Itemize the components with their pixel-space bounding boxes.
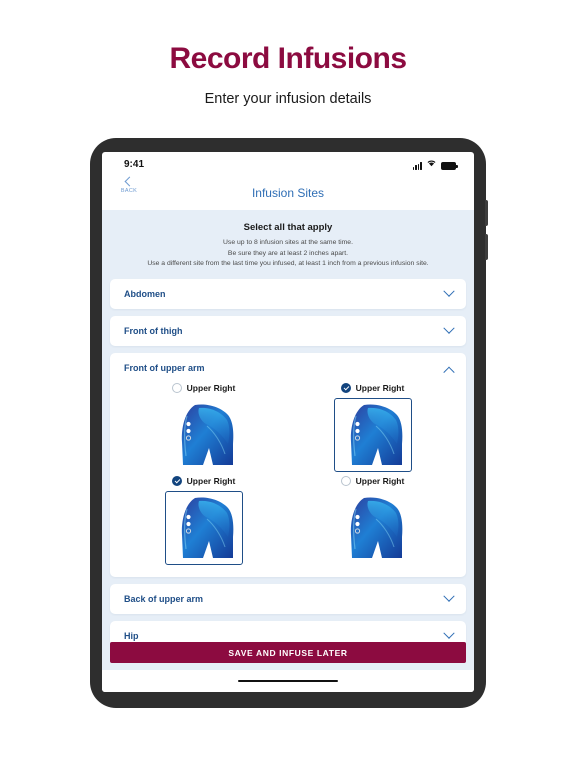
- chevron-down-icon: [443, 285, 455, 297]
- page-subtitle: Enter your infusion details: [204, 91, 372, 107]
- wifi-icon: [426, 159, 437, 170]
- accordion-hip: Hip: [110, 620, 466, 642]
- site-option-label: Upper Right: [355, 382, 405, 393]
- nav-title: Infusion Sites: [251, 186, 325, 200]
- instructions-line-1: Use up to 8 infusion sites at the same t…: [223, 239, 353, 246]
- site-thumbnail[interactable]: [334, 491, 412, 565]
- save-and-infuse-later-button[interactable]: SAVE AND INFUSE LATER: [110, 642, 466, 663]
- radio-unchecked-icon[interactable]: [171, 382, 182, 393]
- volume-up-button[interactable]: [485, 200, 488, 226]
- site-option-label: Upper Right: [355, 475, 405, 486]
- site-option-1: Upper Right: [124, 382, 283, 472]
- site-thumbnail-selected[interactable]: [333, 397, 412, 472]
- accordion-header-hip[interactable]: Hip: [110, 621, 466, 642]
- home-indicator[interactable]: [238, 679, 338, 683]
- site-option-toggle[interactable]: Upper Right: [340, 475, 405, 486]
- upper-arm-illustration-icon: [181, 497, 233, 558]
- instructions-heading: Select all that apply: [243, 222, 333, 233]
- chevron-up-icon: [443, 366, 455, 378]
- site-option-toggle[interactable]: Upper Right: [340, 382, 405, 393]
- accordion-label: Hip: [124, 630, 139, 641]
- site-option-toggle[interactable]: Upper Right: [171, 475, 236, 486]
- home-indicator-area: [102, 670, 474, 692]
- site-thumbnail[interactable]: [165, 398, 243, 472]
- accordion-label: Abdomen: [124, 288, 166, 299]
- instructions-line-2: Be sure they are at least 2 inches apart…: [227, 249, 349, 257]
- accordion-back-of-upper-arm: Back of upper arm: [110, 583, 466, 614]
- status-time: 9:41: [124, 158, 145, 170]
- site-option-label: Upper Right: [186, 475, 236, 486]
- chevron-down-icon: [443, 627, 455, 639]
- tablet-frame: 9:41 BACK Infusion Sites Select all that…: [90, 138, 488, 708]
- site-option-grid: Upper Right Upper Right Upper Right Uppe…: [124, 382, 452, 565]
- accordion-header-front-of-upper-arm[interactable]: Front of upper arm: [110, 353, 466, 383]
- accordion-header-front-of-thigh[interactable]: Front of thigh: [110, 316, 466, 346]
- cellular-signal-icon: [412, 162, 422, 170]
- upper-arm-illustration-icon: [181, 404, 233, 465]
- site-option-toggle[interactable]: Upper Right: [171, 382, 236, 393]
- radio-checked-icon[interactable]: [340, 382, 351, 393]
- accordion-abdomen: Abdomen: [110, 278, 466, 309]
- page-title: Record Infusions: [169, 42, 407, 75]
- radio-unchecked-icon[interactable]: [340, 475, 351, 486]
- instructions-line-3: Use a different site from the last time …: [147, 260, 429, 268]
- status-icons: [412, 159, 458, 170]
- volume-down-button[interactable]: [485, 234, 488, 260]
- upper-arm-illustration-icon: [350, 404, 402, 465]
- accordion-front-of-upper-arm: Front of upper arm Upper Right Upper Rig…: [110, 352, 466, 577]
- content-area: Select all that apply Use up to 8 infusi…: [102, 210, 474, 642]
- battery-icon: [441, 161, 458, 170]
- instructions-block: Select all that apply Use up to 8 infusi…: [110, 218, 466, 279]
- site-option-label: Upper Right: [186, 382, 236, 393]
- chevron-left-icon: [124, 176, 134, 187]
- accordion-label: Back of upper arm: [124, 593, 204, 604]
- status-bar: 9:41: [102, 152, 474, 176]
- accordion-front-of-thigh: Front of thigh: [110, 315, 466, 346]
- site-option-2: Upper Right: [293, 382, 452, 472]
- chevron-down-icon: [443, 590, 455, 602]
- tablet-mockup: 9:41 BACK Infusion Sites Select all that…: [0, 131, 576, 708]
- accordion-body-front-of-upper-arm: Upper Right Upper Right Upper Right Uppe…: [110, 382, 466, 577]
- accordion-label: Front of thigh: [124, 325, 183, 336]
- footer-cta-area: SAVE AND INFUSE LATER: [102, 642, 474, 670]
- site-option-4: Upper Right: [293, 475, 452, 565]
- accordion-header-abdomen[interactable]: Abdomen: [110, 279, 466, 309]
- upper-arm-illustration-icon: [350, 497, 402, 558]
- back-button-label: BACK: [120, 188, 138, 194]
- back-button[interactable]: BACK: [116, 176, 142, 194]
- site-thumbnail-selected[interactable]: [164, 490, 243, 565]
- device-screen: 9:41 BACK Infusion Sites Select all that…: [102, 152, 474, 692]
- chevron-down-icon: [443, 322, 455, 334]
- accordion-header-back-of-upper-arm[interactable]: Back of upper arm: [110, 584, 466, 614]
- site-option-3: Upper Right: [124, 475, 283, 565]
- radio-checked-icon[interactable]: [171, 475, 182, 486]
- nav-bar: BACK Infusion Sites: [102, 176, 474, 210]
- page-header: Record Infusions Enter your infusion det…: [0, 0, 576, 107]
- accordion-label: Front of upper arm: [124, 362, 205, 373]
